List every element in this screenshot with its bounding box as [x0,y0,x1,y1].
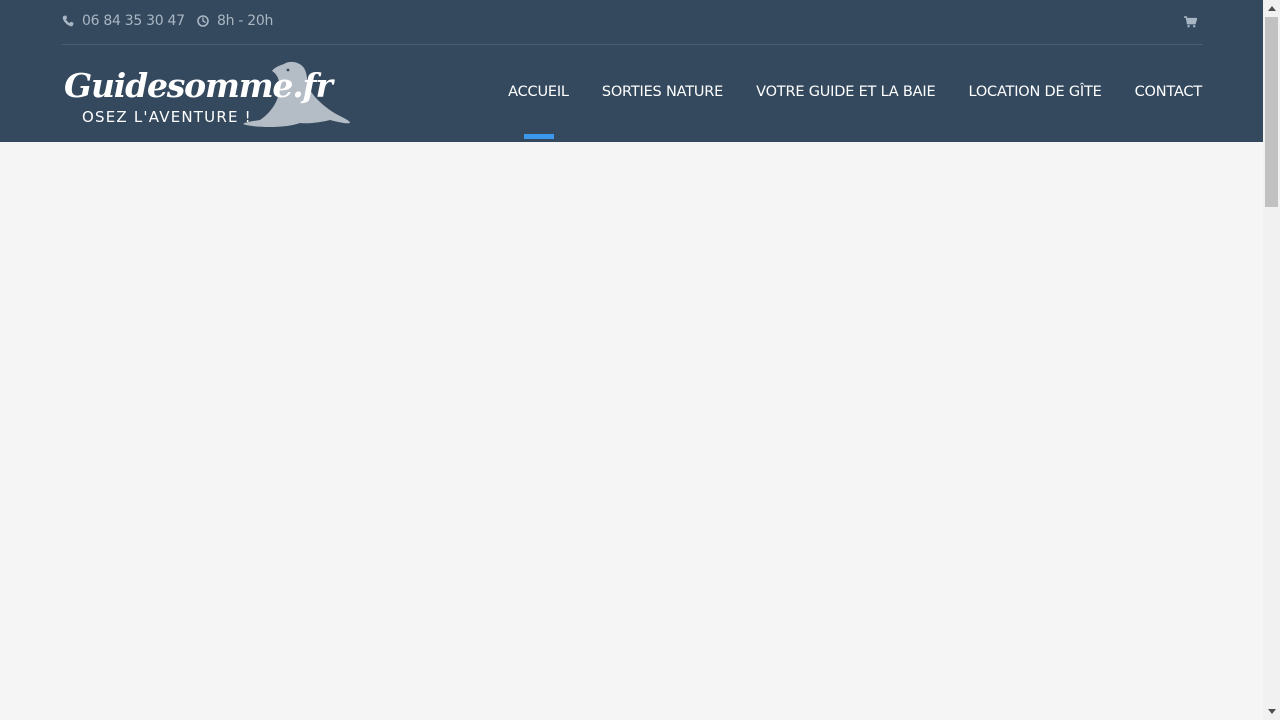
phone-link[interactable]: 06 84 35 30 47 [62,13,185,29]
nav-item-votre-guide[interactable]: VOTRE GUIDE ET LA BAIE [756,84,936,100]
logo-tagline: OSEZ L'AVENTURE ! [82,108,252,126]
cart-icon[interactable] [1184,15,1198,29]
scroll-down-icon[interactable] [1263,703,1280,720]
clock-icon [197,14,209,28]
opening-hours: 8h - 20h [197,13,273,29]
logo-wordmark: Guidesomme.fr [64,66,333,105]
nav-item-contact[interactable]: CONTACT [1135,84,1203,100]
site-logo[interactable]: Guidesomme.fr OSEZ L'AVENTURE ! [62,60,352,132]
nav-item-accueil[interactable]: ACCUEIL [508,84,569,100]
nav-item-sorties-nature[interactable]: SORTIES NATURE [602,84,723,100]
phone-icon [62,14,74,28]
hours-text: 8h - 20h [217,13,274,29]
scroll-up-icon[interactable] [1263,0,1280,17]
vertical-scrollbar[interactable] [1263,0,1280,720]
phone-number: 06 84 35 30 47 [82,13,185,29]
main-nav: ACCUEIL SORTIES NATURE VOTRE GUIDE ET LA… [475,84,1202,100]
scrollbar-thumb[interactable] [1265,17,1278,207]
site-header: 06 84 35 30 47 8h - 20h Guidesomme.fr OS… [0,0,1263,142]
top-bar: 06 84 35 30 47 8h - 20h [62,0,1203,45]
page-content [0,142,1263,720]
nav-item-location-gite[interactable]: LOCATION DE GÎTE [968,84,1101,100]
